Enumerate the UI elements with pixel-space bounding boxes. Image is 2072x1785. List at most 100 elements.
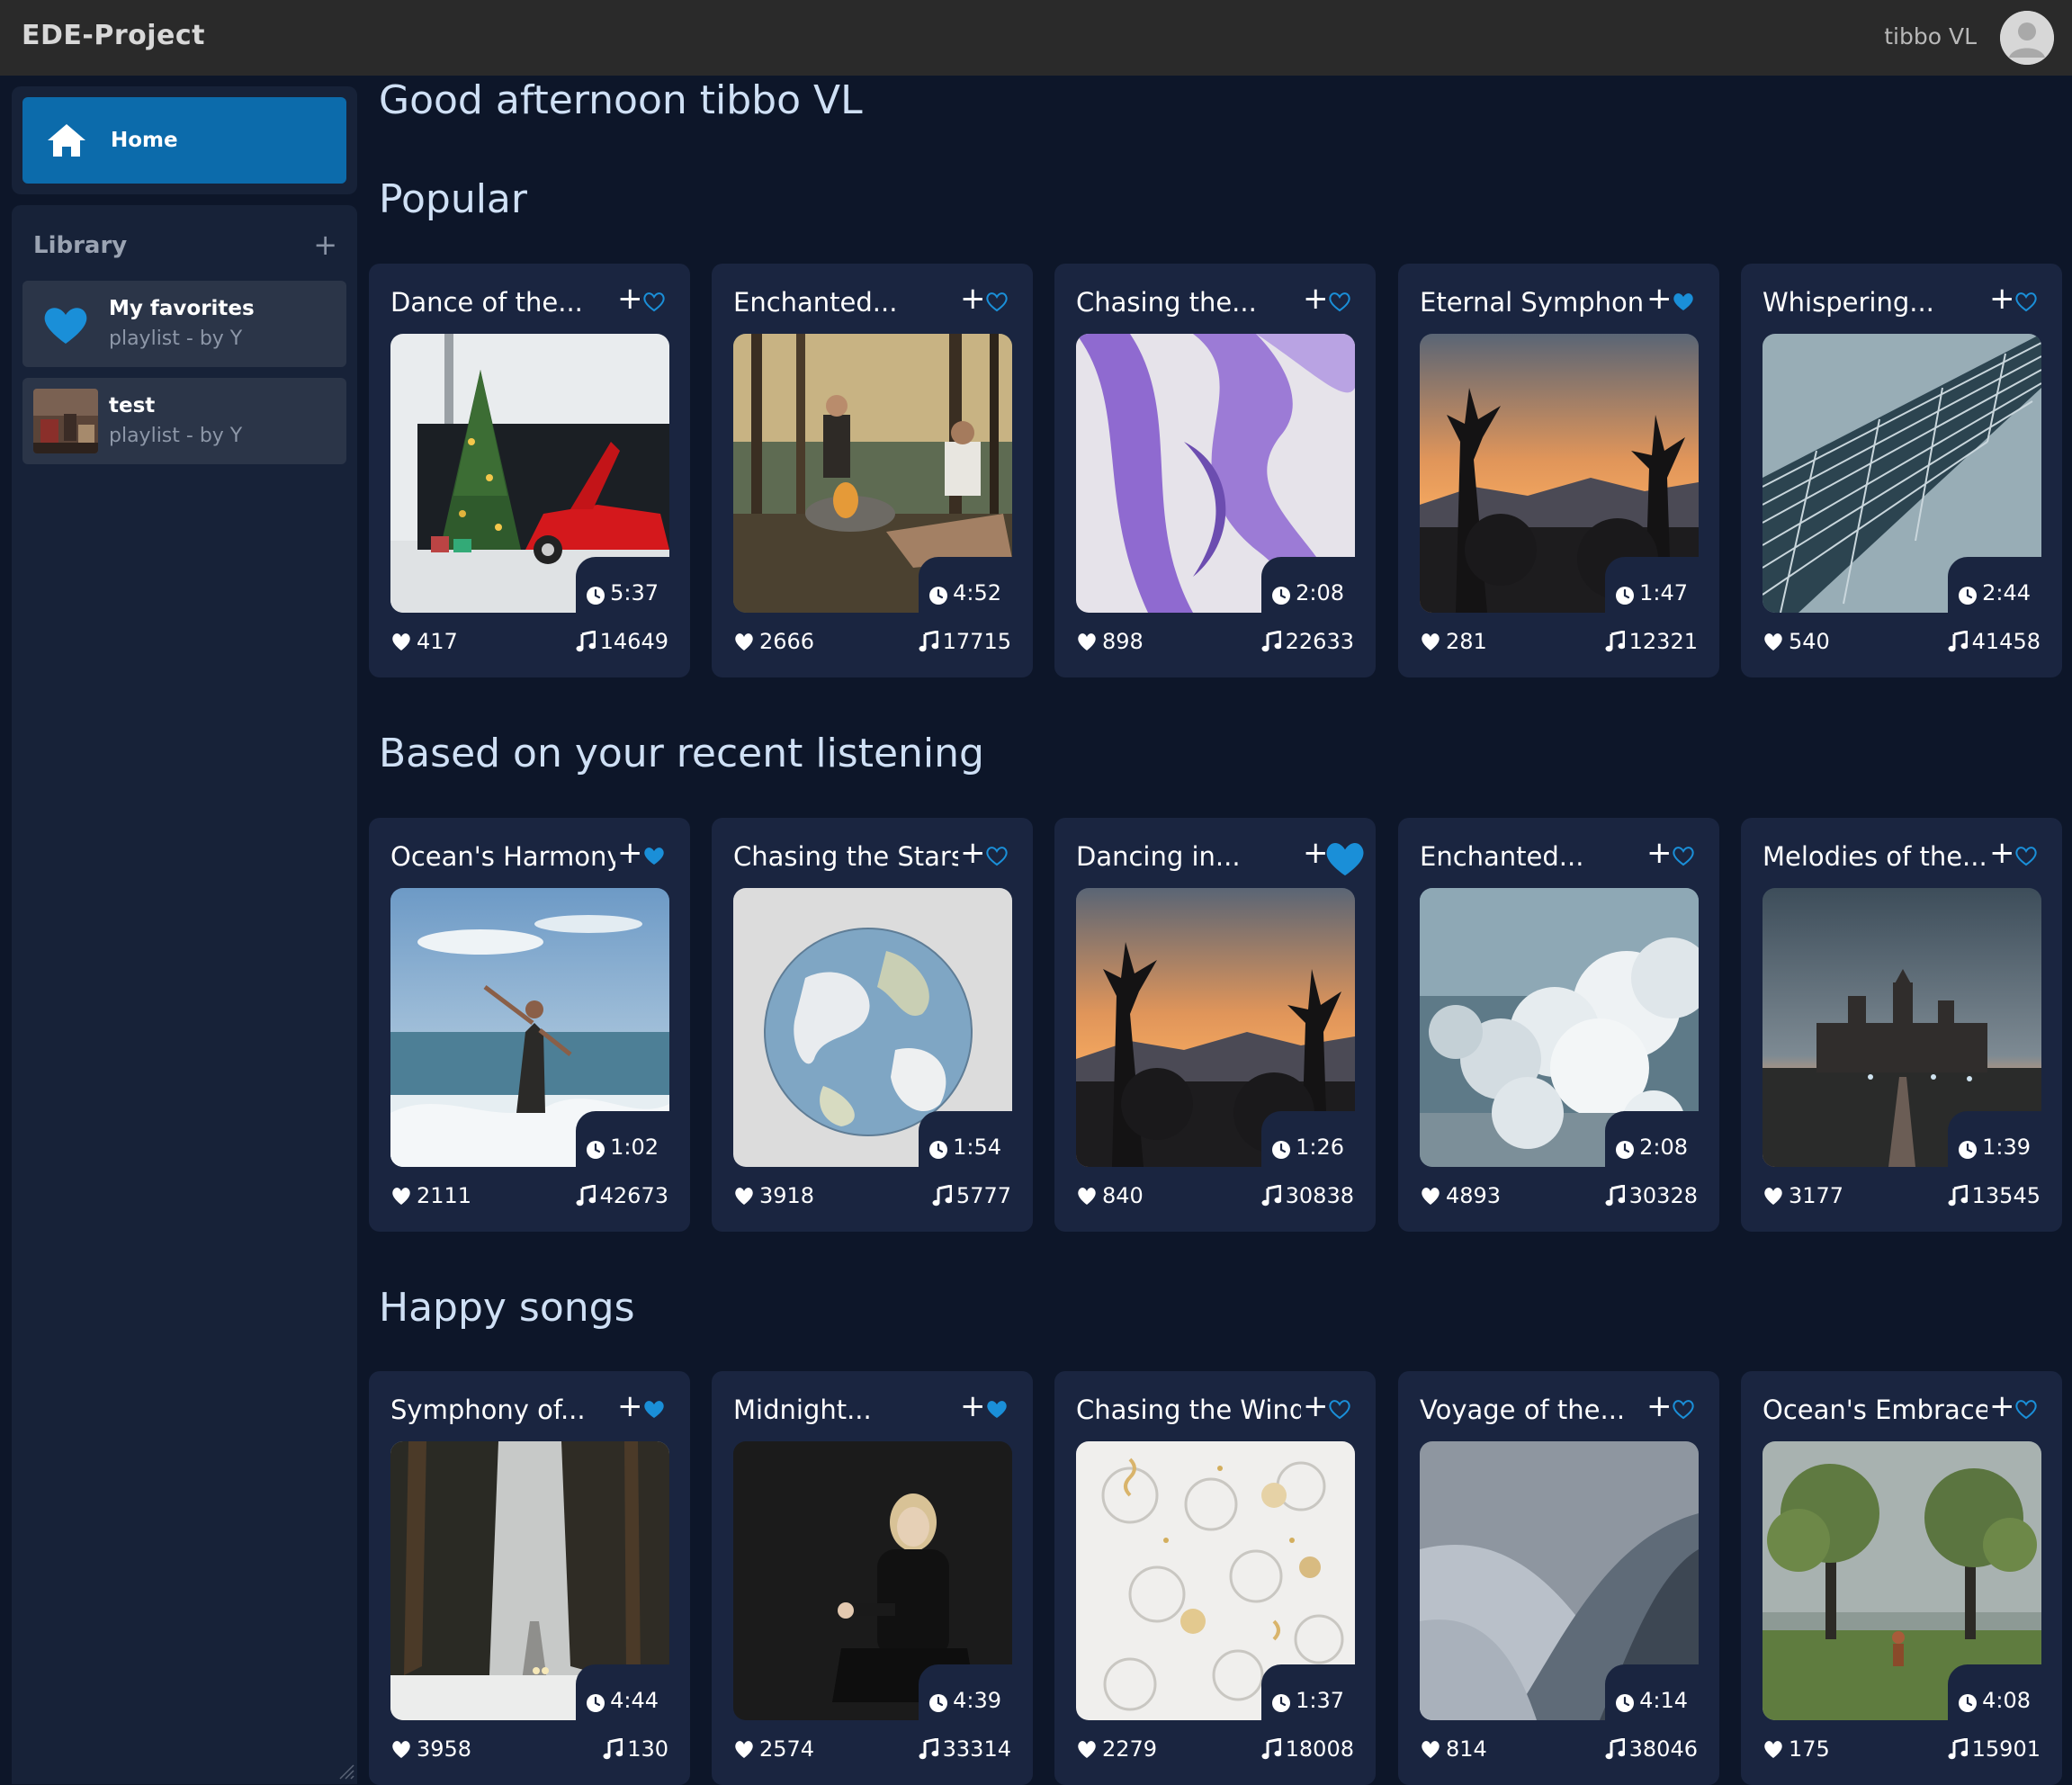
- heart-icon[interactable]: [1328, 291, 1351, 312]
- add-playlist-button[interactable]: +: [313, 230, 337, 259]
- song-title[interactable]: Enchanted...: [1420, 841, 1583, 872]
- heart-icon[interactable]: [985, 845, 1009, 866]
- duration-badge: 1:37: [1261, 1664, 1355, 1720]
- song-title[interactable]: Dance of the...: [390, 287, 583, 318]
- heart-icon[interactable]: [1672, 1398, 1695, 1420]
- playlist-thumbnail-image: [33, 389, 98, 453]
- duration-badge: 4:39: [919, 1664, 1012, 1720]
- song-title[interactable]: Ocean's Embrace: [1763, 1395, 1987, 1425]
- song-title[interactable]: Whispering...: [1763, 287, 1934, 318]
- heart-icon[interactable]: [642, 291, 666, 312]
- add-to-playlist-button[interactable]: +: [960, 1391, 986, 1422]
- play-count-text: 5777: [955, 1183, 1011, 1208]
- add-to-playlist-button[interactable]: +: [1646, 838, 1673, 868]
- like-count: 3958: [390, 1736, 471, 1762]
- home-button[interactable]: Home: [22, 97, 346, 184]
- add-to-playlist-button[interactable]: +: [1989, 838, 2015, 868]
- heart-icon[interactable]: [2014, 291, 2038, 312]
- clock-icon: [1616, 1694, 1635, 1712]
- add-to-playlist-button[interactable]: +: [1989, 283, 2015, 314]
- add-to-playlist-button[interactable]: +: [1303, 1391, 1329, 1422]
- song-card[interactable]: Chasing the Wind + 1:37 2279 18008: [1054, 1371, 1376, 1785]
- heart-icon[interactable]: [985, 1398, 1009, 1420]
- song-card[interactable]: Chasing the Stars + 1:54 3918 5777: [712, 818, 1033, 1232]
- music-note-icon: [1948, 631, 1968, 652]
- song-card[interactable]: Melodies of the... + 1:39 3177 13545: [1741, 818, 2062, 1232]
- heart-icon[interactable]: [2014, 845, 2038, 866]
- song-title[interactable]: Enchanted...: [733, 287, 897, 318]
- add-to-playlist-button[interactable]: +: [617, 283, 643, 314]
- heart-icon[interactable]: [985, 291, 1009, 312]
- avatar[interactable]: [2000, 11, 2054, 65]
- like-count: 2279: [1076, 1736, 1157, 1762]
- clock-icon: [587, 1694, 605, 1712]
- add-to-playlist-button[interactable]: +: [1646, 283, 1673, 314]
- heart-icon[interactable]: [642, 1398, 666, 1420]
- song-card[interactable]: Symphony of... + 4:44 3958 130: [369, 1371, 690, 1785]
- clock-icon: [1272, 1141, 1291, 1159]
- music-note-icon: [919, 1738, 938, 1760]
- like-count: 3177: [1763, 1183, 1843, 1208]
- app-title[interactable]: EDE-Project: [22, 20, 205, 51]
- song-title[interactable]: Eternal Symphony: [1420, 287, 1645, 318]
- add-to-playlist-button[interactable]: +: [1989, 1391, 2015, 1422]
- playlist-subtitle: playlist - by Y: [109, 425, 243, 447]
- duration-text: 4:14: [1639, 1688, 1688, 1713]
- playlist-item-favorites[interactable]: My favorites playlist - by Y: [22, 281, 346, 367]
- song-card[interactable]: Whispering... + 2:44 540 41458: [1741, 264, 2062, 677]
- clock-icon: [1616, 587, 1635, 605]
- heart-icon[interactable]: [642, 845, 666, 866]
- play-count-text: 42673: [599, 1183, 668, 1208]
- song-card[interactable]: Ocean's Harmony + 1:02 2111 42673: [369, 818, 690, 1232]
- heart-icon[interactable]: [1323, 838, 1368, 879]
- like-count-text: 540: [1789, 629, 1830, 654]
- resize-grip-icon[interactable]: [336, 1762, 354, 1780]
- play-count-text: 18008: [1285, 1736, 1354, 1762]
- play-count: 12321: [1605, 629, 1698, 654]
- play-count-text: 12321: [1628, 629, 1698, 654]
- heart-icon[interactable]: [2014, 1398, 2038, 1420]
- sidebar-nav: Home: [12, 86, 357, 194]
- heart-icon[interactable]: [1672, 291, 1695, 312]
- clock-icon: [1272, 1694, 1291, 1712]
- heart-icon[interactable]: [1328, 1398, 1351, 1420]
- song-card[interactable]: Enchanted... + 4:52 2666 17715: [712, 264, 1033, 677]
- duration-text: 1:39: [1982, 1135, 2031, 1160]
- add-to-playlist-button[interactable]: +: [1303, 283, 1329, 314]
- play-count-text: 33314: [942, 1736, 1011, 1762]
- playlist-subtitle: playlist - by Y: [109, 327, 243, 350]
- clock-icon: [929, 587, 948, 605]
- song-card[interactable]: Chasing the... + 2:08 898 22633: [1054, 264, 1376, 677]
- song-title[interactable]: Chasing the...: [1076, 287, 1257, 318]
- song-card[interactable]: Dance of the... + 5:37 417 14649: [369, 264, 690, 677]
- song-card[interactable]: Dancing in... + 1:26 840 30838: [1054, 818, 1376, 1232]
- song-title[interactable]: Symphony of...: [390, 1395, 586, 1425]
- song-card[interactable]: Midnight... + 4:39 2574 33314: [712, 1371, 1033, 1785]
- song-card[interactable]: Eternal Symphony + 1:47 281 12321: [1398, 264, 1719, 677]
- heart-icon[interactable]: [1672, 845, 1695, 866]
- play-count-text: 130: [627, 1736, 668, 1762]
- song-title[interactable]: Ocean's Harmony: [390, 841, 615, 872]
- song-card[interactable]: Voyage of the... + 4:14 814 38046: [1398, 1371, 1719, 1785]
- song-title[interactable]: Melodies of the...: [1763, 841, 1987, 872]
- song-card[interactable]: Enchanted... + 2:08 4893 30328: [1398, 818, 1719, 1232]
- song-title[interactable]: Voyage of the...: [1420, 1395, 1625, 1425]
- add-to-playlist-button[interactable]: +: [1646, 1391, 1673, 1422]
- like-count: 417: [390, 629, 458, 654]
- add-to-playlist-button[interactable]: +: [960, 283, 986, 314]
- add-to-playlist-button[interactable]: +: [960, 838, 986, 868]
- playlist-item-test[interactable]: test playlist - by Y: [22, 378, 346, 464]
- add-to-playlist-button[interactable]: +: [617, 1391, 643, 1422]
- duration-text: 1:02: [610, 1135, 659, 1160]
- heart-icon: [1422, 1188, 1440, 1205]
- song-card[interactable]: Ocean's Embrace + 4:08 175 15901: [1741, 1371, 2062, 1785]
- duration-text: 4:39: [953, 1688, 1001, 1713]
- like-count: 2574: [733, 1736, 814, 1762]
- duration-text: 4:52: [953, 580, 1001, 605]
- song-title[interactable]: Chasing the Wind: [1076, 1395, 1301, 1425]
- add-to-playlist-button[interactable]: +: [617, 838, 643, 868]
- song-title[interactable]: Chasing the Stars: [733, 841, 958, 872]
- song-title[interactable]: Midnight...: [733, 1395, 872, 1425]
- music-note-icon: [1261, 1185, 1281, 1206]
- song-title[interactable]: Dancing in...: [1076, 841, 1241, 872]
